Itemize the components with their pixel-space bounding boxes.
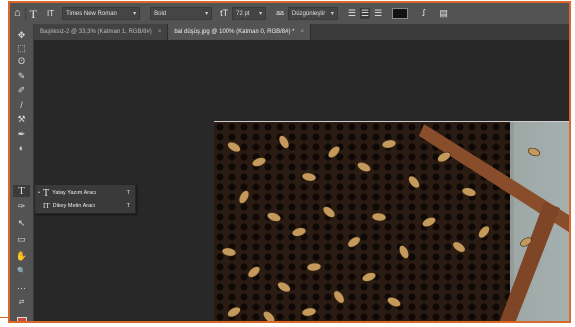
shortcut-label: T [126, 203, 130, 209]
antialias-value: Düzgünleştir [291, 10, 326, 17]
divider [24, 7, 26, 20]
path-selection-tool-icon[interactable]: ↖ [13, 217, 30, 229]
zoom-tool-icon[interactable]: 🔍 [13, 265, 30, 277]
magic-wand-tool-icon[interactable]: ✎ [13, 70, 30, 82]
menu-item-horizontal-type-tool[interactable]: • T Yatay Yazım Aracı T [35, 186, 135, 200]
close-icon[interactable]: × [300, 29, 304, 35]
home-icon[interactable]: ⌂ [14, 8, 21, 19]
antialias-select[interactable]: Düzgünleştir ▾ [287, 7, 338, 20]
align-right-icon[interactable]: ☰ [374, 9, 382, 18]
chevron-down-icon: ▾ [330, 11, 334, 17]
tab-label: bal düşüş.jpg @ 100% (Katman 0, RGB/8#) … [174, 29, 295, 35]
lasso-tool-icon[interactable]: ʘ [13, 55, 30, 67]
antialias-icon: aa [276, 10, 284, 17]
font-size-icon: tT [220, 8, 229, 18]
callout-line [0, 317, 10, 318]
font-size-select[interactable]: 72 pt ▾ [232, 7, 267, 20]
warp-text-icon[interactable]: ꭍ [422, 9, 425, 18]
type-tool-flyout-menu: • T Yatay Yazım Aracı T IT Dikey Metin A… [34, 184, 136, 214]
more-tools-icon[interactable]: ⋯ [13, 282, 30, 294]
marquee-tool-icon[interactable]: ⬚ [13, 42, 30, 54]
eraser-tool-icon[interactable]: ✒ [13, 128, 30, 140]
hand-tool-icon[interactable]: ✋ [13, 250, 30, 262]
dodge-tool-icon[interactable]: ◐ [13, 142, 30, 154]
stamp-tool-icon[interactable]: ⚒ [13, 113, 30, 125]
chevron-down-icon: ▾ [259, 11, 263, 17]
panels-icon[interactable]: ▤ [439, 9, 448, 18]
menu-item-vertical-type-tool[interactable]: IT Dikey Metin Aracı T [35, 199, 135, 213]
tab-label: Başlıksız-2 @ 33,3% (Katman 1, RGB/8#) [40, 29, 152, 35]
move-tool-icon[interactable]: ✥ [13, 29, 30, 41]
shortcut-label: T [126, 190, 130, 196]
document-tabs: Başlıksız-2 @ 33,3% (Katman 1, RGB/8#) ×… [34, 24, 569, 40]
brush-tool-icon[interactable]: / [13, 99, 30, 111]
close-icon[interactable]: × [158, 29, 162, 35]
align-left-icon[interactable]: ☰ [348, 9, 356, 18]
vertical-type-icon: IT [43, 202, 50, 210]
bees-honeycomb-image [214, 122, 569, 321]
font-style-value: Bold [154, 10, 167, 17]
tools-panel: ✥ ⬚ ʘ ✎ ✐ / ⚒ ✒ ◐ T ✑ ↖ ▭ ✋ 🔍 ⋯ ⇄ [10, 24, 34, 321]
options-bar: ⌂ T IT Times New Roman ▾ Bold ▾ tT 72 pt… [10, 3, 569, 24]
selected-bullet-icon: • [38, 190, 40, 196]
eyedropper-tool-icon[interactable]: ✐ [13, 84, 30, 96]
font-family-select[interactable]: Times New Roman ▾ [62, 7, 141, 20]
menu-item-label: Yatay Yazım Aracı [52, 190, 97, 196]
font-style-select[interactable]: Bold ▾ [150, 7, 213, 20]
foreground-color-swatch[interactable] [17, 317, 27, 321]
rectangle-tool-icon[interactable]: ▭ [13, 233, 30, 245]
pen-tool-icon[interactable]: ✑ [13, 200, 30, 212]
horizontal-type-icon: T [43, 187, 50, 199]
photoshop-window: ⌂ T IT Times New Roman ▾ Bold ▾ tT 72 pt… [8, 1, 571, 323]
type-tool-icon[interactable]: T [13, 185, 30, 197]
text-orientation-icon[interactable]: IT [47, 9, 54, 18]
align-center-icon[interactable]: ☰ [359, 8, 371, 19]
swap-colors-icon[interactable]: ⇄ [13, 296, 30, 308]
tab-document-1[interactable]: Başlıksız-2 @ 33,3% (Katman 1, RGB/8#) × [34, 24, 169, 40]
text-color-swatch[interactable] [392, 8, 409, 19]
tab-document-2[interactable]: bal düşüş.jpg @ 100% (Katman 0, RGB/8#) … [168, 24, 311, 40]
menu-item-label: Dikey Metin Aracı [52, 203, 96, 209]
font-size-value: 72 pt [236, 10, 250, 17]
font-family-value: Times New Roman [66, 10, 117, 17]
text-tool-icon[interactable]: T [30, 8, 37, 20]
canvas-image[interactable] [214, 121, 569, 321]
chevron-down-icon: ▾ [133, 11, 137, 17]
chevron-down-icon: ▾ [205, 11, 209, 17]
